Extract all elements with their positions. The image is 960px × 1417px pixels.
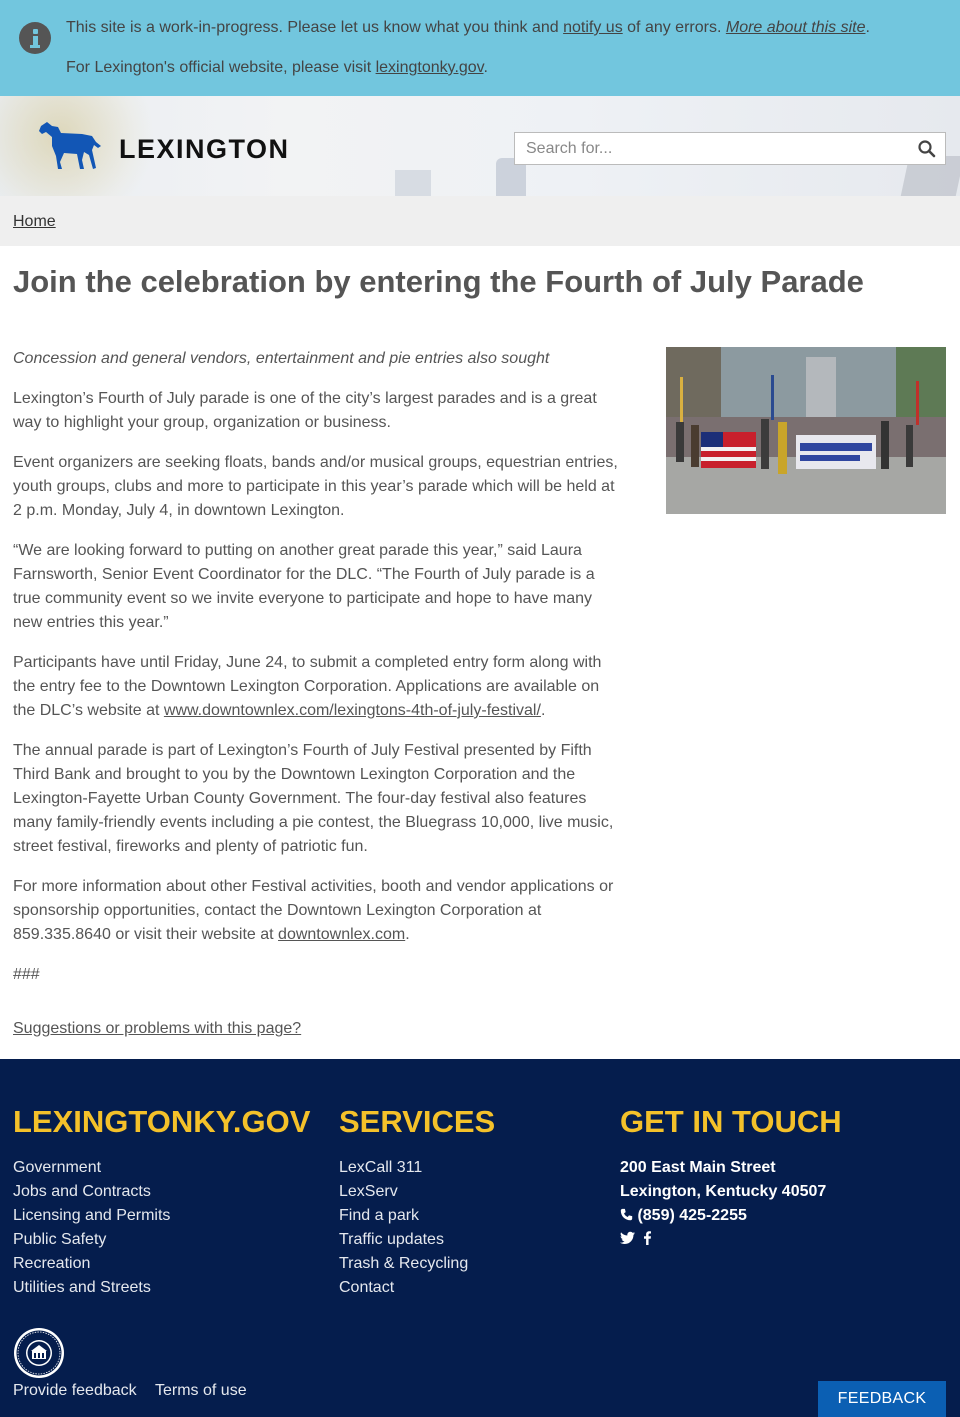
phone-icon [620,1208,633,1221]
downtownlex-link[interactable]: downtownlex.com [278,926,405,943]
footer-link[interactable]: Trash & Recycling [339,1252,468,1276]
horse-logo-icon[interactable] [38,120,104,172]
address-line: 200 East Main Street [620,1159,776,1176]
parade-photo [666,347,946,514]
footer-link[interactable]: Jobs and Contracts [13,1180,170,1204]
article-paragraph: Lexington’s Fourth of July parade is one… [13,390,597,431]
alert-text: . [483,59,488,76]
phone-number[interactable]: (859) 425-2255 [637,1207,746,1224]
article-paragraph: Event organizers are seeking floats, ban… [13,454,618,519]
article-paragraph: For more information about other Festiva… [13,875,625,947]
info-icon [19,22,51,54]
suggestions-link[interactable]: Suggestions or problems with this page? [13,1020,301,1038]
footer-links-lexingtonky: Government Jobs and Contracts Licensing … [13,1156,170,1300]
footer-link[interactable]: Public Safety [13,1228,170,1252]
article-body: Concession and general vendors, entertai… [13,347,625,1003]
social-links [620,1231,652,1249]
footer-heading-services: SERVICES [339,1104,496,1139]
footer-links-services: LexCall 311 LexServ Find a park Traffic … [339,1156,468,1300]
paragraph-text: . [405,926,410,943]
footer-heading-get-in-touch: GET IN TOUCH [620,1104,842,1139]
contact-info: 200 East Main Street Lexington, Kentucky… [620,1156,826,1228]
footer-link[interactable]: Licensing and Permits [13,1204,170,1228]
terms-of-use-link[interactable]: Terms of use [155,1382,247,1400]
article-subhead: Concession and general vendors, entertai… [13,350,550,367]
alert-text: of any errors. [622,19,726,36]
alert-text: This site is a work-in-progress. Please … [66,19,564,36]
article-paragraph: “We are looking forward to putting on an… [13,542,595,631]
feedback-button[interactable]: FEEDBACK [818,1381,946,1417]
notify-us-link[interactable]: notify us [563,19,623,36]
alert-line-1: This site is a work-in-progress. Please … [66,19,870,37]
dlc-festival-link[interactable]: www.downtownlex.com/lexingtons-4th-of-ju… [164,702,541,719]
alert-text: For Lexington's official website, please… [66,59,376,76]
footer-link[interactable]: Utilities and Streets [13,1276,170,1300]
more-about-site-link[interactable]: More about this site [726,19,866,36]
phone-row[interactable]: (859) 425-2255 [620,1204,826,1228]
footer-link[interactable]: LexServ [339,1180,468,1204]
footer-heading-lexingtonky: LEXINGTONKY.GOV [13,1104,311,1139]
facebook-icon[interactable] [643,1231,652,1245]
footer-link[interactable]: Traffic updates [339,1228,468,1252]
alert-line-2: For Lexington's official website, please… [66,59,488,77]
address-line: Lexington, Kentucky 40507 [620,1183,827,1200]
official-site-link[interactable]: lexingtonky.gov [376,59,484,76]
article-end-mark: ### [13,966,40,983]
footer-link[interactable]: Contact [339,1276,468,1300]
alert-text: . [865,19,870,36]
search-box [514,132,946,165]
header-background-building [395,170,431,196]
site-logo-text[interactable]: LEXINGTON [119,134,290,165]
site-alert-banner: This site is a work-in-progress. Please … [0,0,960,96]
paragraph-text: . [540,702,546,719]
breadcrumb-home-link[interactable]: Home [13,213,56,231]
search-icon[interactable] [917,139,937,159]
breadcrumb: Home [0,196,960,246]
footer-link[interactable]: Find a park [339,1204,468,1228]
footer-link[interactable]: Recreation [13,1252,170,1276]
provide-feedback-link[interactable]: Provide feedback [13,1382,137,1400]
footer-link[interactable]: LexCall 311 [339,1156,468,1180]
article-paragraph: The annual parade is part of Lexington’s… [13,742,614,855]
search-input[interactable] [515,133,895,164]
city-seal-icon [14,1328,64,1378]
article-paragraph: Participants have until Friday, June 24,… [13,651,625,723]
twitter-icon[interactable] [620,1231,635,1245]
footer-link[interactable]: Government [13,1156,170,1180]
page-title: Join the celebration by entering the Fou… [13,264,864,299]
